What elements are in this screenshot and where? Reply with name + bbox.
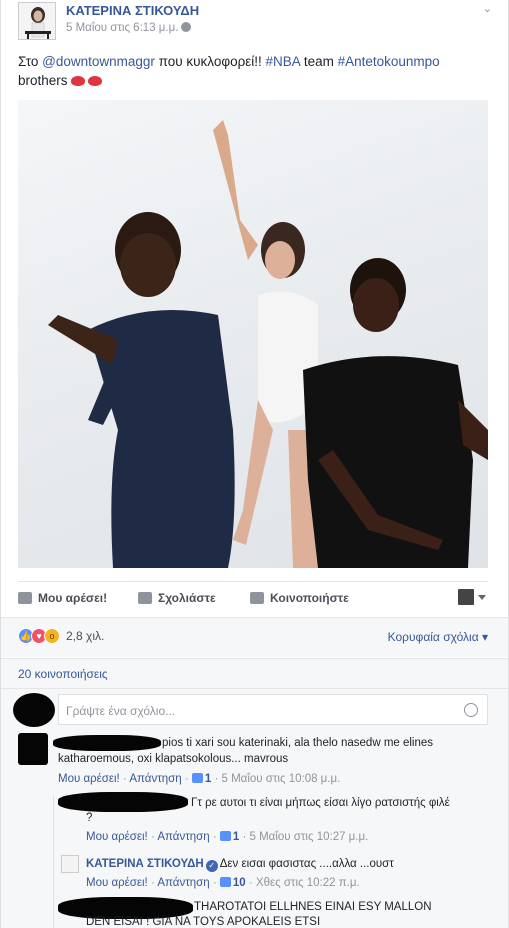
- comment-reply-link[interactable]: Απάντηση: [129, 773, 181, 785]
- comment-text: THAROTATOI ELLHNES EINAI ESY MALLON: [194, 901, 432, 913]
- comment-time[interactable]: 5 Μαΐου στις 10:27 μ.μ.: [250, 831, 369, 843]
- comment-label: Σχολιάστε: [158, 591, 216, 605]
- comment-like-link[interactable]: Μου αρέσει!: [86, 831, 148, 843]
- comment-meta: Μου αρέσει! · Απάντηση · 1 · 5 Μαΐου στι…: [86, 831, 369, 843]
- like-label: Μου αρέσει!: [38, 591, 108, 605]
- caret-down-icon: [478, 594, 486, 600]
- caret-down-icon: ▾: [478, 630, 488, 644]
- post-header: ΚΑΤΕΡΙΝΑ ΣΤΙΚΟΥΔΗ 5 Μαΐου στις 6:13 μ.μ.…: [18, 0, 498, 42]
- text-segment: brothers: [18, 73, 68, 88]
- author-reply-avatar[interactable]: [61, 855, 79, 873]
- verified-badge-icon: ✓: [205, 860, 218, 872]
- comment-time[interactable]: Χθες στις 10:22 π.μ.: [256, 877, 360, 889]
- post-timestamp[interactable]: 5 Μαΐου στις 6:13 μ.μ.: [66, 22, 192, 34]
- redacted-avatar: [13, 693, 55, 727]
- shares-count-link[interactable]: 20 κοινοποιήσεις: [18, 667, 108, 681]
- wow-reaction-icon: o: [44, 628, 60, 644]
- share-button[interactable]: Κοινοποιήστε: [250, 591, 349, 605]
- mention-link[interactable]: @downtownmaggr: [42, 54, 155, 69]
- author-avatar[interactable]: [18, 2, 56, 40]
- comment-text: DEN EISAI ! GIA NA TOYS APOKALEIS ETSI: [86, 916, 321, 928]
- comment-like-count[interactable]: 1: [205, 773, 211, 785]
- comment-placeholder: Γράψτε ένα σχόλιο...: [66, 704, 176, 718]
- redacted-avatar: [18, 733, 48, 765]
- thumbs-up-icon: [191, 773, 203, 783]
- hashtag-antetokounmpo-link[interactable]: #Antetokounmpo: [338, 54, 440, 69]
- redacted-name: [53, 735, 161, 751]
- lips-emoji-icon: [70, 76, 85, 86]
- comment-like-count[interactable]: 1: [233, 831, 239, 843]
- globe-icon: [181, 22, 192, 32]
- comment-text: ΚΑΤΕΡΙΝΑ ΣΤΙΚΟΥΔΗ ✓ Δεν εισαι φασιστας ...…: [86, 857, 394, 872]
- viewer-avatar: [458, 589, 474, 605]
- hashtag-nba-link[interactable]: #NBA: [266, 54, 301, 69]
- comment-text: Γτ ρε αυτοι τι είναι μήπως είσαι λίγο ρα…: [191, 797, 450, 809]
- top-comments-label: Κορυφαία σχόλια: [387, 630, 479, 644]
- comment-reply-link[interactable]: Απάντηση: [157, 831, 209, 843]
- comment-reply-link[interactable]: Απάντηση: [157, 877, 209, 889]
- comment-body: Δεν εισαι φασιστας ....αλλα ...ουστ: [219, 858, 394, 870]
- reply-thread-line: [53, 796, 54, 928]
- comment-meta: Μου αρέσει! · Απάντηση · 10 · Χθες στις …: [86, 877, 360, 889]
- text-segment: team: [300, 54, 338, 69]
- share-arrow-icon: [250, 592, 264, 604]
- author-name[interactable]: ΚΑΤΕΡΙΝΑ ΣΤΙΚΟΥΔΗ: [66, 3, 199, 18]
- lips-emoji-icon: [87, 76, 102, 86]
- post-as-selector[interactable]: [458, 589, 486, 605]
- comment-input[interactable]: Γράψτε ένα σχόλιο...: [58, 694, 488, 725]
- post-actions-bar: Μου αρέσει! Σχολιάστε Κοινοποιήστε: [18, 581, 488, 611]
- emoji-picker-icon[interactable]: [464, 703, 478, 717]
- post-card: ΚΑΤΕΡΙΝΑ ΣΤΙΚΟΥΔΗ 5 Μαΐου στις 6:13 μ.μ.…: [0, 0, 509, 928]
- comment-icon: [138, 592, 152, 604]
- reactions-bar: 👍 ♥ o 2,8 χιλ. Κορυφαία σχόλια ▾: [1, 617, 508, 657]
- post-photo[interactable]: [18, 100, 488, 568]
- timestamp-text[interactable]: 5 Μαΐου στις 6:13 μ.μ.: [66, 22, 178, 34]
- comments-section: Γράψτε ένα σχόλιο... pios ti xari sou ka…: [1, 688, 508, 928]
- comment-text: pios ti xari sou katerinaki, ala thelo n…: [162, 737, 434, 749]
- comment-like-link[interactable]: Μου αρέσει!: [58, 773, 120, 785]
- thumbs-up-icon: [18, 592, 32, 604]
- thumbs-up-icon: [219, 831, 231, 841]
- share-label: Κοινοποιήστε: [270, 591, 349, 605]
- text-segment: που κυκλοφορεί!!: [154, 54, 266, 69]
- comment-time[interactable]: 5 Μαΐου στις 10:08 μ.μ.: [222, 773, 341, 785]
- post-text: Στο @downtownmaggr που κυκλοφορεί!! #NBA…: [18, 52, 488, 90]
- shares-row: 20 κοινοποιήσεις: [1, 658, 508, 688]
- post-options-chevron-icon[interactable]: ⌄: [483, 2, 492, 15]
- comment-button[interactable]: Σχολιάστε: [138, 591, 216, 605]
- comment-like-link[interactable]: Μου αρέσει!: [86, 877, 148, 889]
- comment-text: ?: [86, 812, 93, 824]
- comment-like-count[interactable]: 10: [233, 877, 246, 889]
- text-segment: Στο: [18, 54, 43, 69]
- reactions-summary[interactable]: 👍 ♥ o 2,8 χιλ.: [18, 628, 104, 644]
- top-comments-dropdown[interactable]: Κορυφαία σχόλια ▾: [388, 630, 488, 644]
- reactions-count[interactable]: 2,8 χιλ.: [66, 629, 104, 643]
- comment-author[interactable]: ΚΑΤΕΡΙΝΑ ΣΤΙΚΟΥΔΗ: [86, 858, 204, 870]
- comment-text: katharoemous, oxi klapatsokolous... mavr…: [58, 753, 289, 765]
- comment-meta: Μου αρέσει! · Απάντηση · 1 · 5 Μαΐου στι…: [58, 773, 341, 785]
- thumbs-up-icon: [219, 877, 231, 887]
- like-button[interactable]: Μου αρέσει!: [18, 591, 107, 605]
- redacted-avatar-and-name: [58, 792, 188, 812]
